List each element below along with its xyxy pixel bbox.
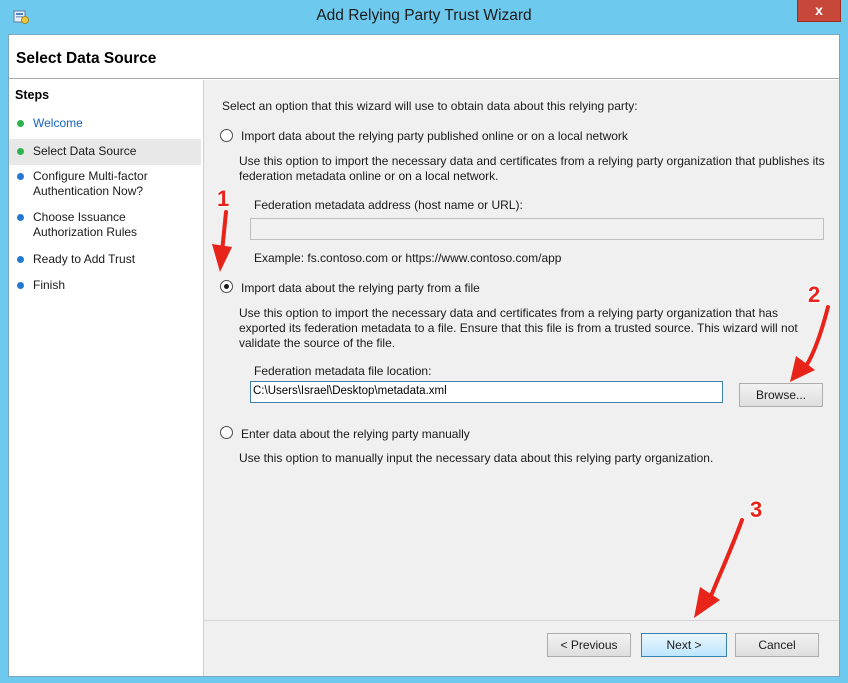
radio-import-online[interactable] — [220, 129, 233, 142]
step-label: Finish — [33, 278, 66, 292]
window-title: Add Relying Party Trust Wizard — [316, 7, 532, 24]
step-label: Select Data Source — [33, 144, 137, 158]
title-bar[interactable]: Add Relying Party Trust Wizard x — [0, 0, 848, 34]
step-ready-to-add: Ready to Add Trust — [15, 252, 199, 267]
option-online-label[interactable]: Import data about the relying party publ… — [241, 129, 628, 143]
metadata-address-example: Example: fs.contoso.com or https://www.c… — [254, 251, 562, 265]
step-select-data-source: Select Data Source — [9, 139, 201, 165]
metadata-file-label: Federation metadata file location: — [254, 364, 432, 378]
step-pending-icon — [17, 256, 24, 263]
page-header: Select Data Source — [9, 35, 839, 79]
radio-import-file[interactable] — [220, 280, 233, 293]
main-content: Select an option that this wizard will u… — [204, 80, 839, 676]
option-file-description: Use this option to import the necessary … — [239, 306, 798, 350]
step-configure-mfa: Configure Multi-factor Authentication No… — [15, 169, 165, 199]
option-manual-description: Use this option to manually input the ne… — [239, 451, 714, 465]
cancel-button[interactable]: Cancel — [735, 633, 819, 657]
step-pending-icon — [17, 173, 24, 180]
metadata-address-label: Federation metadata address (host name o… — [254, 198, 523, 212]
option-file-label[interactable]: Import data about the relying party from… — [241, 281, 480, 295]
step-finish: Finish — [15, 278, 199, 293]
page-title: Select Data Source — [16, 50, 157, 67]
step-label: Ready to Add Trust — [33, 252, 136, 266]
metadata-file-input[interactable]: C:\Users\Israel\Desktop\metadata.xml — [250, 381, 723, 403]
step-label: Welcome — [33, 116, 83, 130]
intro-text: Select an option that this wizard will u… — [222, 99, 638, 113]
steps-title: Steps — [15, 88, 50, 102]
annotation-number-3: 3 — [750, 497, 763, 522]
step-complete-icon — [17, 120, 24, 127]
metadata-address-input[interactable] — [250, 218, 824, 240]
step-welcome[interactable]: Welcome — [15, 116, 199, 131]
step-pending-icon — [17, 214, 24, 221]
step-label: Choose Issuance Authorization Rules — [33, 210, 138, 239]
steps-panel: Steps Welcome Select Data Source Configu… — [9, 80, 203, 676]
step-pending-icon — [17, 282, 24, 289]
footer-divider — [204, 620, 839, 621]
step-issuance-rules: Choose Issuance Authorization Rules — [15, 210, 165, 240]
annotation-number-1: 1 — [217, 186, 230, 211]
option-manual-label[interactable]: Enter data about the relying party manua… — [241, 427, 470, 441]
step-label: Configure Multi-factor Authentication No… — [33, 169, 148, 198]
step-complete-icon — [17, 148, 24, 155]
option-online-description: Use this option to import the necessary … — [239, 154, 825, 183]
radio-enter-manually[interactable] — [220, 426, 233, 439]
annotation-number-2: 2 — [808, 282, 821, 307]
wizard-window: Add Relying Party Trust Wizard x Select … — [0, 0, 848, 683]
next-button[interactable]: Next > — [641, 633, 727, 657]
wizard-client-area: Select Data Source Steps Welcome Select … — [8, 34, 840, 677]
browse-button[interactable]: Browse... — [739, 383, 823, 407]
previous-button[interactable]: < Previous — [547, 633, 631, 657]
close-button[interactable]: x — [797, 0, 841, 22]
